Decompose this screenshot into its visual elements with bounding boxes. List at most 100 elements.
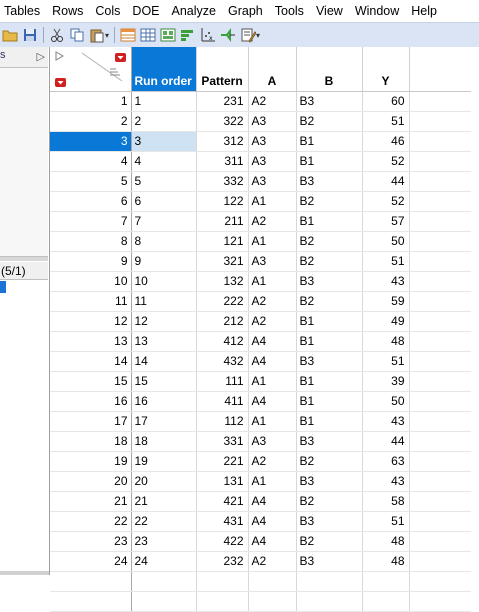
table-row[interactable]: 12 12 212 A2 B1 49	[50, 311, 471, 332]
empty-cell[interactable]	[296, 571, 363, 592]
cut-icon[interactable]	[49, 27, 65, 43]
run-order-cell[interactable]: 23	[131, 531, 197, 552]
pattern-cell[interactable]: 121	[196, 231, 249, 252]
column-header-y[interactable]: Y	[362, 47, 410, 92]
horizontal-scrollbar[interactable]	[0, 571, 49, 575]
b-cell[interactable]: B2	[296, 111, 363, 132]
empty-cell[interactable]	[409, 571, 471, 592]
y-cell[interactable]: 50	[362, 391, 410, 412]
y-cell[interactable]: 44	[362, 431, 410, 452]
run-order-cell[interactable]: 10	[131, 271, 197, 292]
row-number[interactable]: 23	[50, 531, 132, 552]
a-cell[interactable]: A1	[248, 231, 297, 252]
empty-row[interactable]	[50, 591, 471, 612]
bar-chart-icon[interactable]	[180, 27, 196, 43]
run-order-cell[interactable]: 17	[131, 411, 197, 432]
row-number[interactable]: 1	[50, 91, 132, 112]
table-row[interactable]: 15 15 111 A1 B1 39	[50, 371, 471, 392]
pattern-cell[interactable]: 421	[196, 491, 249, 512]
table-layout-icon[interactable]	[160, 27, 176, 43]
pattern-cell[interactable]: 122	[196, 191, 249, 212]
row-number[interactable]: 5	[50, 171, 132, 192]
row-number[interactable]: 3	[50, 131, 132, 152]
chevron-down-icon[interactable]: ▾	[256, 31, 262, 40]
y-cell[interactable]: 49	[362, 311, 410, 332]
empty-cell[interactable]	[409, 231, 471, 252]
empty-cell[interactable]	[196, 571, 249, 592]
a-cell[interactable]: A3	[248, 171, 297, 192]
table-row[interactable]: 23 23 422 A4 B2 48	[50, 531, 471, 552]
menu-cols[interactable]: Cols	[89, 0, 126, 22]
empty-cell[interactable]	[248, 571, 297, 592]
row-number[interactable]: 10	[50, 271, 132, 292]
b-cell[interactable]: B2	[296, 491, 363, 512]
table-row[interactable]: 6 6 122 A1 B2 52	[50, 191, 471, 212]
run-order-cell[interactable]: 2	[131, 111, 197, 132]
a-cell[interactable]: A2	[248, 451, 297, 472]
row-number[interactable]: 19	[50, 451, 132, 472]
a-cell[interactable]: A2	[248, 211, 297, 232]
data-table-icon[interactable]	[120, 27, 136, 43]
table-row[interactable]: 22 22 431 A4 B3 51	[50, 511, 471, 532]
row-number[interactable]: 2	[50, 111, 132, 132]
disclosure-triangle-icon[interactable]: ▷	[37, 50, 45, 63]
copy-icon[interactable]	[69, 27, 85, 43]
empty-cell[interactable]	[131, 571, 197, 592]
a-cell[interactable]: A2	[248, 551, 297, 572]
empty-cell[interactable]	[362, 591, 410, 612]
run-order-cell[interactable]: 5	[131, 171, 197, 192]
panel-divider[interactable]	[0, 257, 48, 261]
b-cell[interactable]: B1	[296, 151, 363, 172]
empty-cell[interactable]	[409, 131, 471, 152]
empty-cell[interactable]	[50, 571, 132, 592]
pattern-cell[interactable]: 322	[196, 111, 249, 132]
save-icon[interactable]	[22, 27, 38, 43]
menu-rows[interactable]: Rows	[46, 0, 89, 22]
column-header-a[interactable]: A	[248, 47, 297, 92]
run-order-cell[interactable]: 20	[131, 471, 197, 492]
b-cell[interactable]: B3	[296, 351, 363, 372]
a-cell[interactable]: A3	[248, 151, 297, 172]
b-cell[interactable]: B3	[296, 271, 363, 292]
a-cell[interactable]: A4	[248, 511, 297, 532]
empty-cell[interactable]	[409, 191, 471, 212]
table-row[interactable]: 3 3 312 A3 B1 46	[50, 131, 471, 152]
table-row[interactable]: 7 7 211 A2 B1 57	[50, 211, 471, 232]
empty-cell[interactable]	[409, 551, 471, 572]
y-cell[interactable]: 57	[362, 211, 410, 232]
fit-y-by-x-icon[interactable]: x	[200, 27, 216, 43]
a-cell[interactable]: A1	[248, 191, 297, 212]
menu-analyze[interactable]: Analyze	[166, 0, 222, 22]
row-number[interactable]: 4	[50, 151, 132, 172]
menu-tables[interactable]: Tables	[0, 0, 46, 22]
pattern-cell[interactable]: 132	[196, 271, 249, 292]
paste-icon[interactable]	[89, 27, 105, 43]
row-number[interactable]: 16	[50, 391, 132, 412]
row-number[interactable]: 9	[50, 251, 132, 272]
empty-cell[interactable]	[409, 151, 471, 172]
pattern-cell[interactable]: 231	[196, 91, 249, 112]
script-editor-icon[interactable]	[240, 27, 256, 43]
empty-cell[interactable]	[409, 471, 471, 492]
b-cell[interactable]: B1	[296, 331, 363, 352]
run-order-cell[interactable]: 12	[131, 311, 197, 332]
pattern-cell[interactable]: 432	[196, 351, 249, 372]
run-order-cell[interactable]: 15	[131, 371, 197, 392]
table-row[interactable]: 9 9 321 A3 B2 51	[50, 251, 471, 272]
table-panel-header[interactable]: s ▷	[0, 47, 48, 68]
run-order-cell[interactable]: 18	[131, 431, 197, 452]
empty-cell[interactable]	[409, 451, 471, 472]
pattern-cell[interactable]: 431	[196, 511, 249, 532]
empty-cell[interactable]	[296, 591, 363, 612]
b-cell[interactable]: B3	[296, 551, 363, 572]
y-cell[interactable]: 50	[362, 231, 410, 252]
row-number[interactable]: 15	[50, 371, 132, 392]
row-number[interactable]: 6	[50, 191, 132, 212]
a-cell[interactable]: A2	[248, 91, 297, 112]
b-cell[interactable]: B3	[296, 471, 363, 492]
empty-cell[interactable]	[409, 391, 471, 412]
pattern-cell[interactable]: 111	[196, 371, 249, 392]
run-order-cell[interactable]: 19	[131, 451, 197, 472]
empty-cell[interactable]	[409, 511, 471, 532]
y-cell[interactable]: 60	[362, 91, 410, 112]
